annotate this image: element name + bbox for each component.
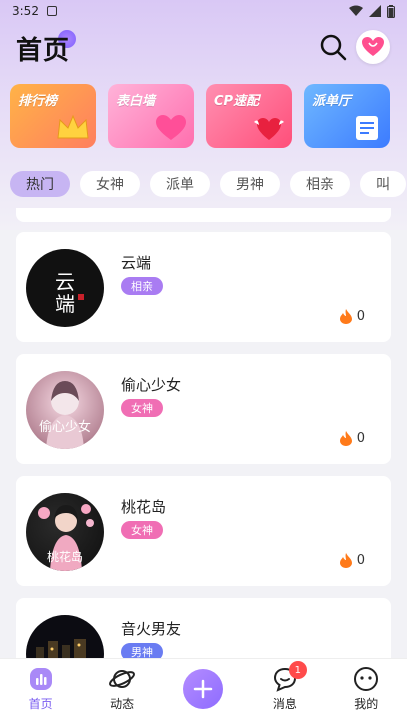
nav-label: 首页	[28, 697, 53, 711]
girl-avatar-icon: 偷心少女	[39, 381, 91, 449]
peach-blossom-avatar-icon: 桃花岛	[38, 504, 94, 571]
cloud-logo-avatar-icon: 云 端	[55, 270, 84, 316]
hearts-icon	[156, 115, 186, 140]
tab-goddess[interactable]: 女神	[80, 171, 140, 197]
svg-text:云: 云	[55, 270, 75, 294]
room-avatar: 桃花岛	[26, 493, 104, 571]
flame-icon	[339, 309, 352, 324]
flame-icon	[339, 553, 352, 568]
svg-text:桃花岛: 桃花岛	[47, 549, 83, 564]
plus-icon	[194, 679, 213, 699]
battery-icon	[387, 4, 395, 18]
room-card[interactable]: 桃花岛 桃花岛 女神 0	[16, 476, 391, 586]
banner-label: 派单厅	[312, 94, 352, 109]
heat-count: 0	[356, 552, 365, 568]
home-icon	[29, 668, 52, 690]
room-tag: 女神	[121, 521, 163, 539]
tab-partial[interactable]: 叫	[360, 171, 406, 197]
nav-profile[interactable]: 我的	[336, 665, 396, 712]
room-card[interactable]: 云 端 云端 相亲 0	[16, 232, 391, 342]
banner-dispatch-hall[interactable]: 派单厅	[304, 84, 390, 148]
nav-label: 我的	[354, 697, 379, 711]
svg-text:偷心少女: 偷心少女	[39, 419, 91, 435]
feature-banners: 排行榜 表白墙 CP速配 派单厅	[10, 84, 390, 148]
profile-icon	[354, 667, 379, 691]
heat-indicator: 0	[339, 308, 365, 324]
status-icons	[349, 4, 395, 18]
clipboard-icon	[356, 116, 378, 140]
heat-count: 0	[356, 308, 365, 324]
tab-dispatch[interactable]: 派单	[150, 171, 210, 197]
heart-message-button[interactable]	[356, 30, 390, 64]
room-avatar: 偷心少女	[26, 371, 104, 449]
banner-ranking[interactable]: 排行榜	[10, 84, 96, 148]
flame-icon	[339, 431, 352, 446]
room-name: 音火男友	[121, 620, 182, 638]
room-avatar: 云 端	[26, 249, 104, 327]
heat-count: 0	[356, 430, 365, 446]
heat-indicator: 0	[339, 552, 365, 568]
status-bar: 3:52	[0, 0, 407, 22]
notification-icon	[46, 6, 57, 16]
room-name: 云端	[121, 254, 152, 272]
banner-label: 排行榜	[18, 94, 58, 109]
page-title: 首页	[16, 36, 71, 66]
banner-confession-wall[interactable]: 表白墙	[108, 84, 194, 148]
banner-cp-match[interactable]: CP速配	[206, 84, 292, 148]
tab-hot[interactable]: 热门	[10, 171, 70, 197]
room-name: 桃花岛	[121, 498, 167, 516]
signal-icon	[369, 5, 381, 17]
room-tag: 女神	[121, 399, 163, 417]
status-time: 3:52	[12, 4, 39, 18]
category-tabs: 热门 女神 派单 男神 相亲 叫	[10, 171, 407, 197]
tab-male-god[interactable]: 男神	[220, 171, 280, 197]
winged-heart-icon	[254, 118, 284, 140]
nav-messages[interactable]: 1 消息	[255, 661, 315, 712]
nav-label: 消息	[272, 697, 297, 711]
nav-moments[interactable]: 动态	[92, 665, 152, 712]
crown-icon	[57, 114, 89, 139]
nav-label: 动态	[110, 697, 135, 711]
heat-indicator: 0	[339, 430, 365, 446]
heart-chat-icon	[362, 37, 384, 56]
nav-home[interactable]: 首页	[11, 665, 71, 712]
wifi-icon	[349, 5, 363, 16]
svg-text:端: 端	[55, 292, 75, 316]
tab-blind-date[interactable]: 相亲	[290, 171, 350, 197]
room-tag: 相亲	[121, 277, 163, 295]
banner-label: 表白墙	[116, 94, 156, 109]
banner-label: CP速配	[214, 94, 260, 109]
create-button[interactable]	[183, 669, 224, 709]
room-card[interactable]: 偷心少女 偷心少女 女神 0	[16, 354, 391, 464]
message-badge: 1	[288, 661, 307, 679]
room-card-partial[interactable]	[16, 208, 391, 222]
bottom-nav: 首页 动态 1 消息 我的	[0, 658, 407, 723]
nav-create[interactable]	[173, 665, 233, 709]
search-icon[interactable]	[318, 32, 348, 62]
room-name: 偷心少女	[121, 376, 182, 394]
planet-icon	[109, 670, 136, 688]
